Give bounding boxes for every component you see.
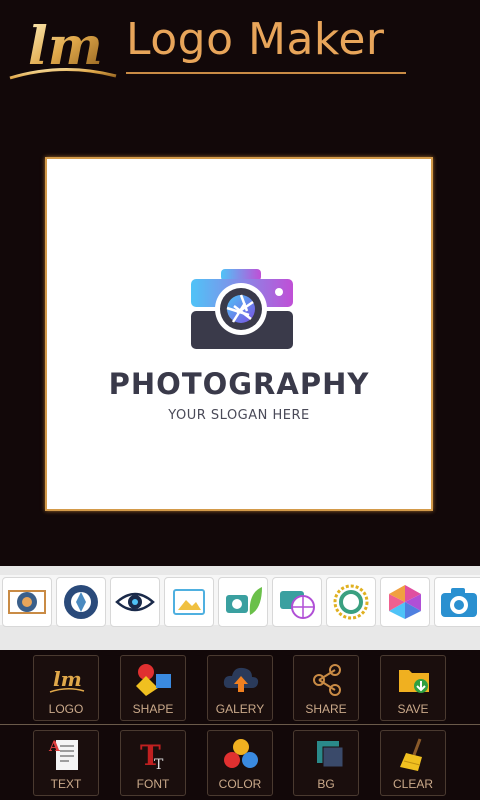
share-button[interactable]: SHARE: [293, 655, 359, 721]
font-button-label: FONT: [136, 777, 170, 791]
template-thumb-5[interactable]: [218, 577, 268, 627]
template-thumb-2[interactable]: [56, 577, 106, 627]
shape-button[interactable]: SHAPE: [120, 655, 186, 721]
text-document-icon: A: [48, 739, 78, 770]
leaf-camera-icon: [226, 587, 262, 615]
folder-save-icon: [399, 670, 429, 693]
font-button[interactable]: T T FONT: [120, 730, 186, 796]
share-button-label: SHARE: [305, 702, 347, 716]
photo-frame-icon: [173, 589, 205, 615]
svg-text:A: A: [48, 739, 61, 755]
shapes-icon: [136, 664, 171, 696]
text-button-label: TEXT: [50, 777, 82, 791]
lm-logo-icon: lm: [9, 16, 117, 80]
color-balls-icon: [224, 739, 258, 768]
template-thumb-4[interactable]: [164, 577, 214, 627]
template-thumb-7[interactable]: [326, 577, 376, 627]
app-logo: lm: [8, 6, 118, 86]
cloud-upload-icon: [223, 667, 259, 692]
svg-text:lm: lm: [28, 16, 103, 77]
colorful-aperture-icon: [389, 585, 421, 619]
logo-button-label: LOGO: [48, 702, 84, 716]
svg-text:T: T: [154, 757, 164, 773]
svg-text:lm: lm: [53, 667, 82, 691]
app-header: lm Logo Maker: [0, 0, 480, 90]
save-button[interactable]: SAVE: [380, 655, 446, 721]
template-strip[interactable]: [0, 566, 480, 650]
app-title: Logo Maker: [126, 14, 385, 65]
globe-camera-icon: [280, 591, 315, 619]
lm-logo-icon: lm: [49, 667, 85, 693]
clear-button[interactable]: CLEAR: [380, 730, 446, 796]
shape-button-label: SHAPE: [132, 702, 174, 716]
share-icon: [313, 664, 341, 696]
title-underline: [126, 72, 406, 74]
eye-icon: [115, 592, 155, 612]
camera-logo-icon[interactable]: [189, 267, 295, 353]
text-button[interactable]: A TEXT: [33, 730, 99, 796]
font-icon: T T: [140, 739, 164, 773]
save-button-label: SAVE: [397, 702, 429, 716]
layers-icon: [317, 741, 344, 768]
galery-button-label: GALERY: [215, 702, 265, 716]
toolbar-divider: [0, 724, 480, 725]
bg-button-label: BG: [317, 777, 335, 791]
brand-name-text[interactable]: PHOTOGRAPHY: [47, 367, 431, 401]
template-thumb-8[interactable]: [380, 577, 430, 627]
blue-camera-icon: [441, 588, 477, 617]
logo-canvas[interactable]: PHOTOGRAPHY YOUR SLOGAN HERE: [45, 157, 433, 511]
bg-button[interactable]: BG: [293, 730, 359, 796]
slogan-text[interactable]: YOUR SLOGAN HERE: [47, 408, 431, 423]
template-thumb-3[interactable]: [110, 577, 160, 627]
color-button[interactable]: COLOR: [207, 730, 273, 796]
template-thumb-9[interactable]: [434, 577, 480, 627]
color-button-label: COLOR: [218, 777, 262, 791]
sun-ring-icon: [333, 584, 369, 620]
film-lens-icon: [8, 590, 46, 614]
galery-button[interactable]: GALERY: [207, 655, 273, 721]
shutter-icon: [64, 585, 98, 619]
template-thumb-1[interactable]: [2, 577, 52, 627]
broom-icon: [400, 738, 422, 771]
clear-button-label: CLEAR: [392, 777, 433, 791]
template-thumb-6[interactable]: [272, 577, 322, 627]
logo-button[interactable]: lm LOGO: [33, 655, 99, 721]
